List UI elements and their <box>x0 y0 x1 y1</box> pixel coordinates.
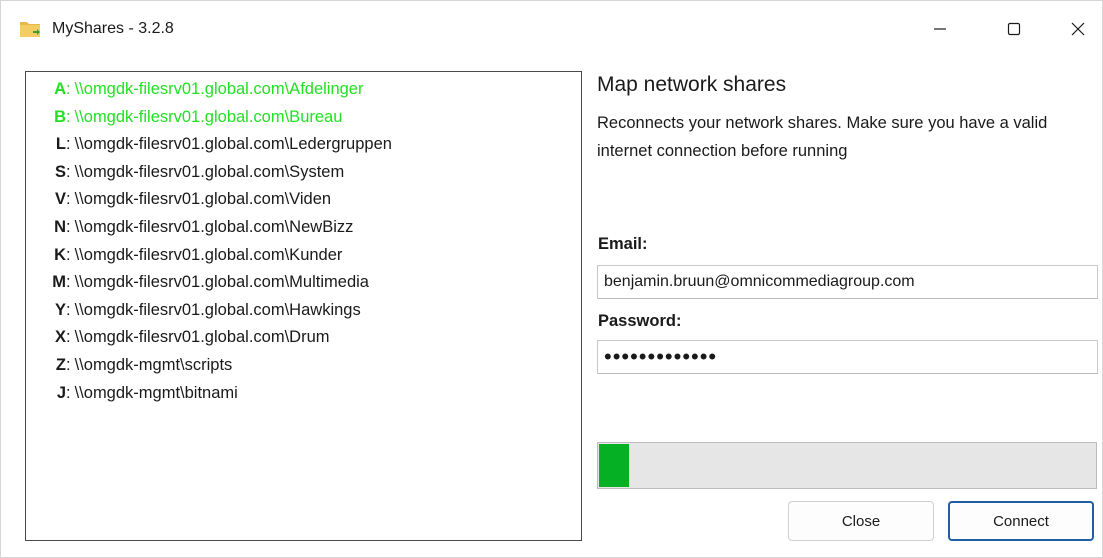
drive-list-item[interactable]: M: \\omgdk-filesrv01.global.com\Multimedi… <box>26 269 581 297</box>
drive-list[interactable]: A: \\omgdk-filesrv01.global.com\Afdelinge… <box>25 71 582 541</box>
drive-list-item[interactable]: A: \\omgdk-filesrv01.global.com\Afdelinge… <box>26 76 581 104</box>
drive-path: \\omgdk-filesrv01.global.com\NewBizz <box>74 217 354 236</box>
panel-description: Reconnects your network shares. Make sur… <box>597 114 1048 160</box>
minimize-button[interactable] <box>917 1 963 57</box>
drive-path: \\omgdk-filesrv01.global.com\Drum <box>74 328 330 347</box>
drive-list-item[interactable]: K: \\omgdk-filesrv01.global.com\Kunder <box>26 242 581 270</box>
drive-letter: Z <box>55 355 66 374</box>
password-field[interactable] <box>597 340 1098 374</box>
drive-separator: : <box>66 107 71 126</box>
progress-bar <box>597 442 1097 489</box>
drive-path: \\omgdk-filesrv01.global.com\Hawkings <box>74 300 361 319</box>
close-icon <box>1071 22 1085 36</box>
drive-separator: : <box>66 273 71 292</box>
drive-letter: S <box>54 162 66 181</box>
drive-list-item[interactable]: S: \\omgdk-filesrv01.global.com\System <box>26 159 581 187</box>
panel-heading: Map network shares <box>597 73 787 96</box>
drive-separator: : <box>66 328 71 347</box>
drive-path: \\omgdk-filesrv01.global.com\Multimedia <box>74 273 369 292</box>
app-window: MyShares - 3.2.8 A: \\omgdk-filesrv01.glo… <box>0 0 1103 558</box>
drive-separator: : <box>66 80 71 98</box>
drive-path: \\omgdk-filesrv01.global.com\Kunder <box>74 245 343 264</box>
drive-letter: X <box>54 328 66 347</box>
drive-letter: M <box>52 273 66 292</box>
folder-icon <box>20 22 40 37</box>
maximize-icon <box>1007 22 1021 36</box>
window-title: MyShares - 3.2.8 <box>52 20 174 37</box>
close-button[interactable]: Close <box>788 501 934 541</box>
title-bar[interactable]: MyShares - 3.2.8 <box>1 1 1102 57</box>
drive-list-item[interactable]: Y: \\omgdk-filesrv01.global.com\Hawkings <box>26 297 581 325</box>
drive-letter: Y <box>54 300 66 319</box>
drive-letter: V <box>54 190 66 209</box>
progress-fill <box>599 444 629 487</box>
drive-list-item[interactable]: N: \\omgdk-filesrv01.global.com\NewBizz <box>26 214 581 242</box>
drive-path: \\omgdk-filesrv01.global.com\System <box>74 162 345 181</box>
close-window-button[interactable] <box>1055 1 1101 57</box>
drive-path: \\omgdk-mgmt\bitnami <box>74 383 238 402</box>
email-label: Email: <box>598 235 648 253</box>
connect-button[interactable]: Connect <box>948 501 1094 541</box>
drive-list-item[interactable]: X: \\omgdk-filesrv01.global.com\Drum <box>26 324 581 352</box>
drive-separator: : <box>66 300 71 319</box>
drive-letter: N <box>54 217 66 236</box>
drive-separator: : <box>66 383 71 402</box>
drive-path: \\omgdk-filesrv01.global.com\Afdelinger <box>74 80 364 98</box>
drive-letter: L <box>55 135 66 154</box>
drive-path: \\omgdk-mgmt\scripts <box>74 355 233 374</box>
drive-separator: : <box>66 162 71 181</box>
minimize-icon <box>934 28 946 30</box>
drive-letter: A <box>54 80 66 98</box>
drive-list-item[interactable]: L: \\omgdk-filesrv01.global.com\Ledergrup… <box>26 131 581 159</box>
drive-path: \\omgdk-filesrv01.global.com\Bureau <box>74 107 343 126</box>
drive-separator: : <box>66 135 71 154</box>
drive-list-item[interactable]: V: \\omgdk-filesrv01.global.com\Viden <box>26 186 581 214</box>
drive-letter: B <box>54 107 66 126</box>
email-field[interactable] <box>597 265 1098 299</box>
drive-separator: : <box>66 245 71 264</box>
drive-path: \\omgdk-filesrv01.global.com\Ledergruppe… <box>74 135 392 154</box>
drive-path: \\omgdk-filesrv01.global.com\Viden <box>74 190 332 209</box>
drive-separator: : <box>66 190 71 209</box>
drive-letter: K <box>54 245 66 264</box>
drive-list-item[interactable]: B: \\omgdk-filesrv01.global.com\Bureau <box>26 104 581 132</box>
password-label: Password: <box>598 312 682 330</box>
drive-letter: J <box>56 383 66 402</box>
drive-separator: : <box>66 217 71 236</box>
maximize-button[interactable] <box>991 1 1037 57</box>
drive-list-item[interactable]: Z: \\omgdk-mgmt\scripts <box>26 352 581 380</box>
drive-separator: : <box>66 355 71 374</box>
drive-list-item[interactable]: J: \\omgdk-mgmt\bitnami <box>26 380 581 408</box>
